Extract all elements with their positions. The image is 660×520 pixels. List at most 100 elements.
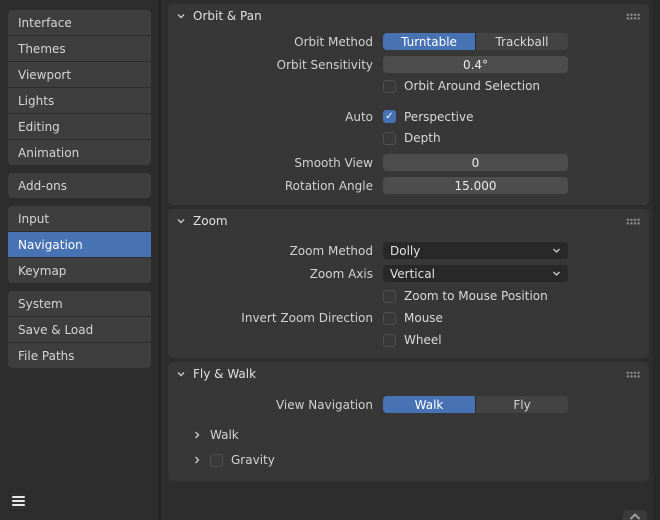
zoom-axis-dropdown[interactable]: Vertical (383, 265, 568, 282)
depth-checkbox[interactable] (383, 132, 396, 145)
sidebar-item-keymap[interactable]: Keymap (8, 258, 151, 283)
orbit-method-segmented: Turntable Trackball (383, 33, 568, 50)
chevron-right-icon (192, 430, 202, 440)
invert-wheel-label: Wheel (404, 333, 442, 347)
smooth-view-field[interactable]: 0 (383, 154, 568, 171)
sidebar-item-label: Themes (18, 42, 66, 56)
chevron-up-icon (628, 512, 642, 520)
auto-depth-row[interactable]: Depth (383, 131, 441, 145)
zoom-to-mouse-label: Zoom to Mouse Position (404, 289, 548, 303)
sidebar-item-input[interactable]: Input (8, 206, 151, 231)
subpanel-title: Walk (210, 428, 239, 442)
chevron-down-icon (552, 269, 561, 278)
sidebar-item-addons[interactable]: Add-ons (8, 173, 151, 198)
perspective-checkbox[interactable] (383, 110, 396, 123)
sidebar-item-navigation[interactable]: Navigation (8, 232, 151, 257)
invert-wheel-row[interactable]: Wheel (383, 333, 442, 347)
panel-title: Orbit & Pan (193, 9, 262, 23)
smooth-view-label: Smooth View (168, 156, 383, 170)
panel-zoom-header[interactable]: Zoom (168, 209, 649, 233)
subpanel-gravity-header[interactable]: Gravity (168, 452, 649, 468)
panel-orbit-pan-header[interactable]: Orbit & Pan (168, 4, 649, 28)
chevron-right-icon (192, 455, 202, 465)
sidebar-group-system: System Save & Load File Paths (8, 291, 151, 368)
zoom-to-mouse-row[interactable]: Zoom to Mouse Position (383, 289, 548, 303)
chevron-down-icon[interactable] (176, 216, 186, 226)
auto-label: Auto (168, 110, 383, 124)
sidebar-item-label: Navigation (18, 238, 83, 252)
sidebar-group-addons: Add-ons (8, 173, 151, 198)
orbit-sensitivity-label: Orbit Sensitivity (168, 58, 383, 72)
view-navigation-fly-button[interactable]: Fly (476, 396, 568, 413)
panel-title: Zoom (193, 214, 228, 228)
panel-fly-walk: Fly & Walk View Navigation Walk Fly Walk (168, 362, 649, 481)
zoom-method-value: Dolly (390, 244, 420, 258)
view-navigation-segmented: Walk Fly (383, 396, 568, 413)
view-navigation-walk-button[interactable]: Walk (383, 396, 475, 413)
chevron-down-icon[interactable] (176, 369, 186, 379)
sidebar-item-themes[interactable]: Themes (8, 36, 151, 61)
sidebar-item-label: Editing (18, 120, 60, 134)
sidebar-item-label: File Paths (18, 349, 75, 363)
orbit-method-trackball-button[interactable]: Trackball (476, 33, 568, 50)
drag-handle-icon[interactable] (626, 13, 640, 20)
sidebar-item-system[interactable]: System (8, 291, 151, 316)
invert-zoom-label: Invert Zoom Direction (168, 311, 383, 325)
invert-mouse-checkbox[interactable] (383, 312, 396, 325)
zoom-axis-value: Vertical (390, 267, 435, 281)
subpanel-walk-header[interactable]: Walk (168, 427, 649, 443)
sidebar-item-label: Save & Load (18, 323, 93, 337)
drag-handle-icon[interactable] (626, 371, 640, 378)
zoom-axis-label: Zoom Axis (168, 267, 383, 281)
orbit-around-selection-row[interactable]: Orbit Around Selection (383, 79, 540, 93)
sidebar-item-viewport[interactable]: Viewport (8, 62, 151, 87)
sidebar-item-label: Interface (18, 16, 72, 30)
zoom-to-mouse-checkbox[interactable] (383, 290, 396, 303)
region-divider (158, 0, 161, 520)
invert-mouse-row[interactable]: Mouse (383, 311, 443, 325)
sidebar-item-label: Input (18, 212, 49, 226)
sidebar-item-label: Lights (18, 94, 54, 108)
sidebar-item-animation[interactable]: Animation (8, 140, 151, 165)
chevron-down-icon[interactable] (176, 11, 186, 21)
sidebar-group-general: Interface Themes Viewport Lights Editing… (8, 10, 151, 165)
sidebar-item-lights[interactable]: Lights (8, 88, 151, 113)
view-navigation-label: View Navigation (168, 398, 383, 412)
invert-mouse-label: Mouse (404, 311, 443, 325)
orbit-method-turntable-button[interactable]: Turntable (383, 33, 475, 50)
rotation-angle-field[interactable]: 15.000 (383, 177, 568, 194)
auto-perspective-row[interactable]: Perspective (383, 110, 474, 124)
panel-orbit-pan: Orbit & Pan Orbit Method Turntable Track… (168, 4, 649, 205)
preferences-sidebar: Interface Themes Viewport Lights Editing… (8, 10, 151, 376)
panel-zoom: Zoom Zoom Method Dolly Zoom Axis (168, 209, 649, 358)
perspective-label: Perspective (404, 110, 474, 124)
zoom-method-label: Zoom Method (168, 244, 383, 258)
hamburger-icon (12, 496, 25, 498)
preferences-menu-button[interactable] (8, 491, 28, 511)
rotation-angle-label: Rotation Angle (168, 179, 383, 193)
depth-label: Depth (404, 131, 441, 145)
zoom-method-dropdown[interactable]: Dolly (383, 242, 568, 259)
sidebar-item-editing[interactable]: Editing (8, 114, 151, 139)
orbit-around-selection-label: Orbit Around Selection (404, 79, 540, 93)
panel-title: Fly & Walk (193, 367, 256, 381)
invert-wheel-checkbox[interactable] (383, 334, 396, 347)
sidebar-item-label: Animation (18, 146, 79, 160)
panel-fly-walk-body: View Navigation Walk Fly Walk (168, 386, 649, 481)
orbit-around-selection-checkbox[interactable] (383, 80, 396, 93)
drag-handle-icon[interactable] (626, 218, 640, 225)
preferences-window: Interface Themes Viewport Lights Editing… (0, 0, 660, 520)
sidebar-item-save-load[interactable]: Save & Load (8, 317, 151, 342)
gravity-checkbox[interactable] (210, 454, 223, 467)
panel-fly-walk-header[interactable]: Fly & Walk (168, 362, 649, 386)
sidebar-item-label: Add-ons (18, 179, 67, 193)
scroll-up-button[interactable] (623, 510, 647, 520)
sidebar-item-file-paths[interactable]: File Paths (8, 343, 151, 368)
sidebar-item-label: Keymap (18, 264, 66, 278)
sidebar-group-input: Input Navigation Keymap (8, 206, 151, 283)
panel-orbit-pan-body: Orbit Method Turntable Trackball Orbit S… (168, 28, 649, 205)
orbit-sensitivity-field[interactable]: 0.4° (383, 56, 568, 73)
sidebar-item-interface[interactable]: Interface (8, 10, 151, 35)
subpanel-title: Gravity (231, 453, 275, 467)
panel-zoom-body: Zoom Method Dolly Zoom Axis Vertical (168, 233, 649, 358)
